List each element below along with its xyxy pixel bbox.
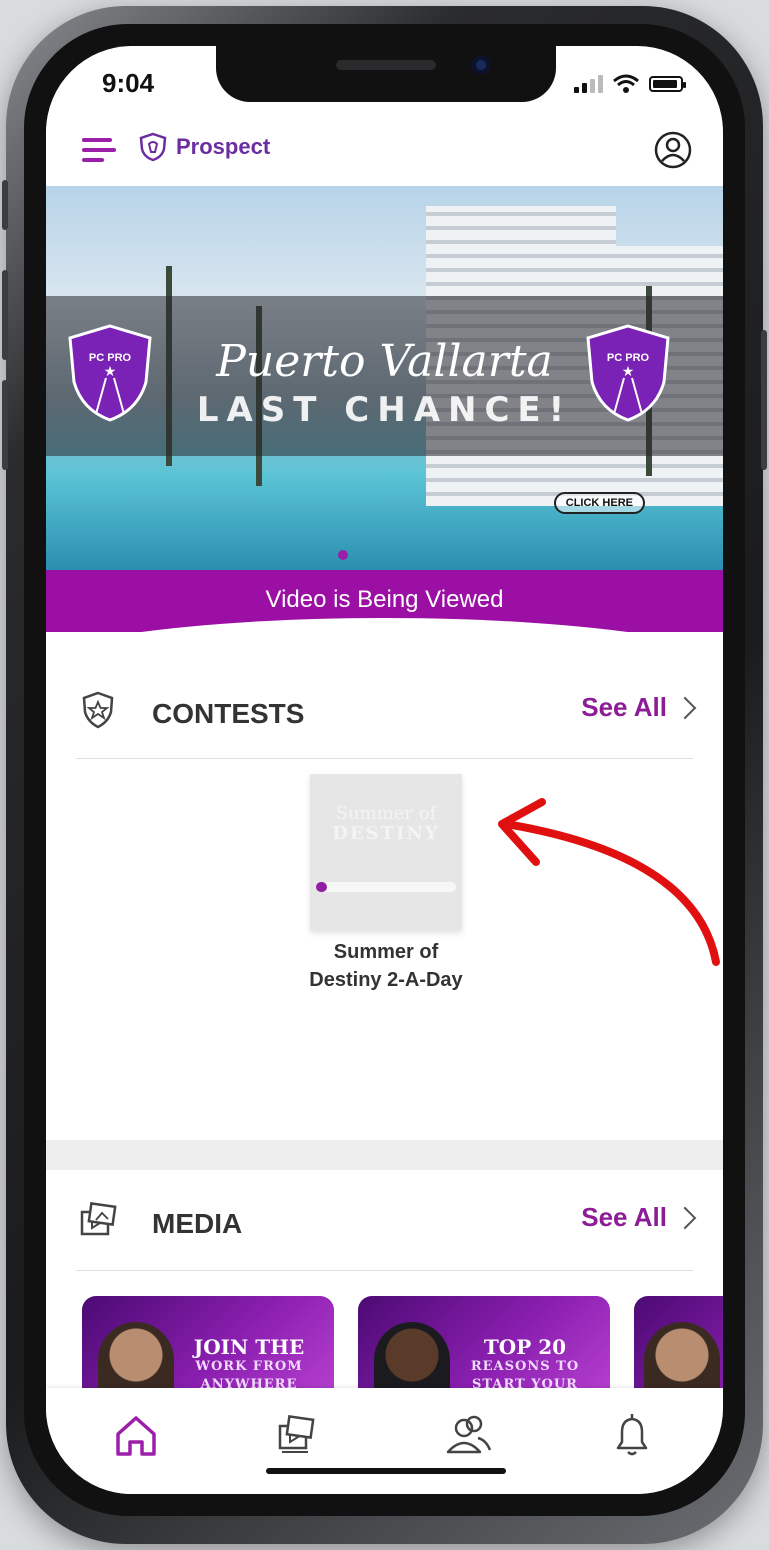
carousel-dot[interactable] bbox=[338, 550, 348, 560]
phone-screen: 9:04 Prospect Puerto Vallarta LAST CHANC… bbox=[46, 46, 723, 1494]
wifi-icon bbox=[613, 74, 639, 93]
contest-progress-fill bbox=[316, 882, 328, 892]
speaker bbox=[336, 60, 436, 70]
media-card-subline: WORK FROM bbox=[195, 1359, 303, 1374]
promo-banner[interactable]: Puerto Vallarta LAST CHANCE! ★ PC PRO ★ … bbox=[46, 186, 723, 570]
contests-title: CONTESTS bbox=[152, 698, 305, 729]
chevron-right-icon bbox=[673, 696, 697, 719]
home-icon[interactable] bbox=[106, 1406, 166, 1466]
section-separator bbox=[46, 1140, 723, 1170]
annotation-arrow-icon bbox=[498, 798, 720, 966]
contest-name-line2: Destiny 2-A-Day bbox=[309, 969, 463, 991]
card-title-line1: Summer of bbox=[335, 803, 437, 824]
contest-card-title: Summer of DESTINY bbox=[310, 804, 462, 844]
brand-logo[interactable]: Prospect bbox=[138, 132, 270, 162]
contests-header: CONTESTS See All bbox=[76, 686, 697, 746]
profile-icon[interactable] bbox=[653, 130, 693, 170]
app-header: Prospect bbox=[46, 124, 723, 184]
status-time: 9:04 bbox=[102, 68, 155, 98]
contest-card[interactable]: Summer of DESTINY bbox=[310, 774, 462, 930]
svg-text:★: ★ bbox=[104, 363, 117, 379]
click-here-button[interactable]: CLICK HERE bbox=[553, 492, 645, 514]
media-card-text: TOP 20 REASONS TO START YOUR bbox=[450, 1336, 600, 1394]
media-icon bbox=[80, 1202, 117, 1236]
brand-name: Prospect bbox=[176, 134, 271, 159]
contest-name-line1: Summer of bbox=[333, 941, 439, 963]
card-title-line2: DESTINY bbox=[332, 823, 440, 844]
contest-progress-bar bbox=[316, 882, 456, 892]
media-card-subline: REASONS TO bbox=[470, 1359, 580, 1374]
bell-icon[interactable] bbox=[602, 1406, 662, 1466]
bottom-tab-bar bbox=[46, 1388, 723, 1494]
media-card-headline: TOP 20 bbox=[483, 1335, 567, 1359]
people-icon[interactable] bbox=[438, 1406, 498, 1466]
notch bbox=[216, 46, 556, 102]
divider bbox=[76, 1270, 693, 1271]
side-button bbox=[2, 180, 8, 230]
pc-pro-badge: ★ PC PRO bbox=[66, 322, 154, 422]
media-see-all-link[interactable]: See All bbox=[581, 1202, 697, 1233]
side-button bbox=[2, 380, 8, 470]
svg-text:★: ★ bbox=[622, 363, 635, 379]
badge-label: PC PRO bbox=[606, 352, 650, 364]
chevron-right-icon bbox=[673, 1206, 697, 1229]
pc-pro-badge: ★ PC PRO bbox=[584, 322, 672, 422]
media-card-headline: JOIN THE bbox=[193, 1335, 305, 1359]
see-all-label: See All bbox=[581, 1202, 667, 1232]
side-button bbox=[2, 270, 8, 360]
contest-name[interactable]: Summer of Destiny 2-A-Day bbox=[276, 938, 496, 994]
front-camera bbox=[472, 56, 490, 74]
media-header: MEDIA See All bbox=[76, 1196, 697, 1256]
media-card-text: JOIN THE WORK FROM ANYWHERE bbox=[174, 1336, 324, 1394]
home-indicator[interactable] bbox=[266, 1468, 506, 1474]
see-all-label: See All bbox=[581, 692, 667, 722]
divider bbox=[76, 758, 693, 759]
menu-icon[interactable] bbox=[82, 138, 116, 164]
badge-label: PC PRO bbox=[88, 352, 132, 364]
contests-see-all-link[interactable]: See All bbox=[581, 692, 697, 723]
battery-icon bbox=[649, 76, 686, 92]
status-icons bbox=[574, 74, 686, 94]
media-icon[interactable] bbox=[268, 1406, 328, 1466]
shield-logo-icon bbox=[139, 132, 167, 162]
video-status-text: Video is Being Viewed bbox=[265, 586, 504, 613]
contest-shield-icon bbox=[82, 691, 114, 729]
side-button bbox=[761, 330, 767, 470]
signal-icon bbox=[574, 75, 603, 93]
media-title: MEDIA bbox=[152, 1208, 243, 1239]
